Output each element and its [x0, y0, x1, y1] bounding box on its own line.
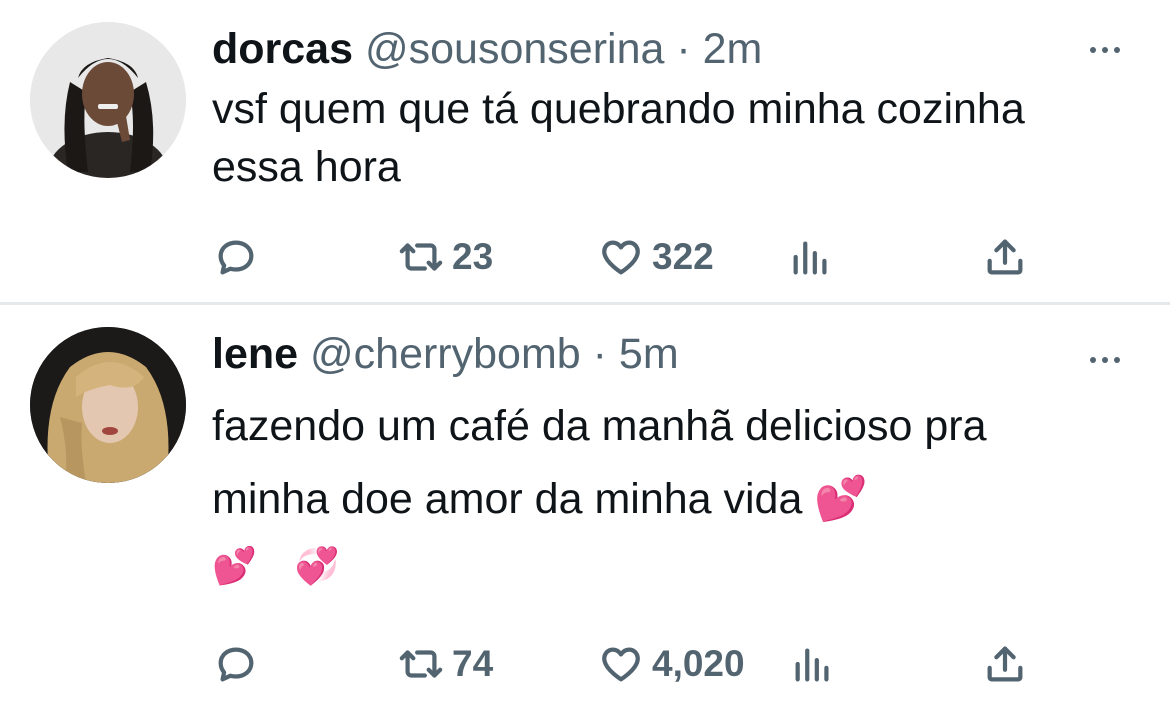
separator-dot: · [592, 330, 607, 378]
emoji-line: 💕 💞 [212, 545, 354, 586]
like-icon [602, 240, 640, 275]
share-icon [987, 239, 1023, 275]
reply-icon [218, 647, 254, 682]
display-name[interactable]: lene [212, 330, 298, 378]
user-handle[interactable]: @sousonserina [365, 25, 664, 73]
views-icon [795, 648, 829, 682]
timestamp[interactable]: 5m [619, 330, 679, 378]
share-icon [987, 646, 1023, 682]
action-bar: 23 322 [0, 232, 1170, 282]
like-count: 322 [652, 236, 714, 277]
share-button[interactable] [982, 639, 1028, 689]
avatar[interactable] [30, 22, 186, 178]
like-icon [602, 647, 640, 682]
share-button[interactable] [982, 232, 1028, 282]
like-button[interactable]: 322 [598, 232, 714, 282]
like-button[interactable]: 4,020 [598, 639, 745, 689]
avatar[interactable] [30, 327, 186, 483]
separator-dot: · [676, 25, 691, 73]
more-icon[interactable] [1090, 40, 1130, 60]
more-icon[interactable] [1090, 350, 1130, 370]
tweet[interactable]: dorcas @sousonserina · 2m vsf quem que t… [0, 0, 1170, 303]
reply-button[interactable] [213, 232, 259, 282]
tweet-header: dorcas @sousonserina · 2m [212, 24, 762, 74]
views-icon [793, 241, 827, 275]
views-button[interactable] [788, 232, 834, 282]
tweet-text: fazendo um café da manhã delicioso pra m… [212, 402, 987, 523]
retweet-icon [399, 650, 443, 678]
retweet-button[interactable]: 23 [398, 232, 493, 282]
reply-button[interactable] [213, 639, 259, 689]
tweet-text: vsf quem que tá quebrando minha cozinha … [212, 85, 1025, 191]
retweet-count: 23 [452, 236, 494, 277]
timestamp[interactable]: 2m [703, 25, 763, 73]
display-name[interactable]: dorcas [212, 25, 353, 73]
tweet-header: lene @cherrybomb · 5m [212, 329, 679, 379]
retweet-count: 74 [452, 643, 494, 684]
retweet-button[interactable]: 74 [398, 639, 493, 689]
like-count: 4,020 [652, 643, 745, 684]
user-handle[interactable]: @cherrybomb [310, 330, 581, 378]
action-bar: 74 4,020 [0, 639, 1170, 689]
views-button[interactable] [790, 639, 836, 689]
reply-icon [218, 240, 254, 275]
retweet-icon [399, 243, 443, 271]
tweet[interactable]: lene @cherrybomb · 5m fazendo um café da… [0, 305, 1170, 706]
